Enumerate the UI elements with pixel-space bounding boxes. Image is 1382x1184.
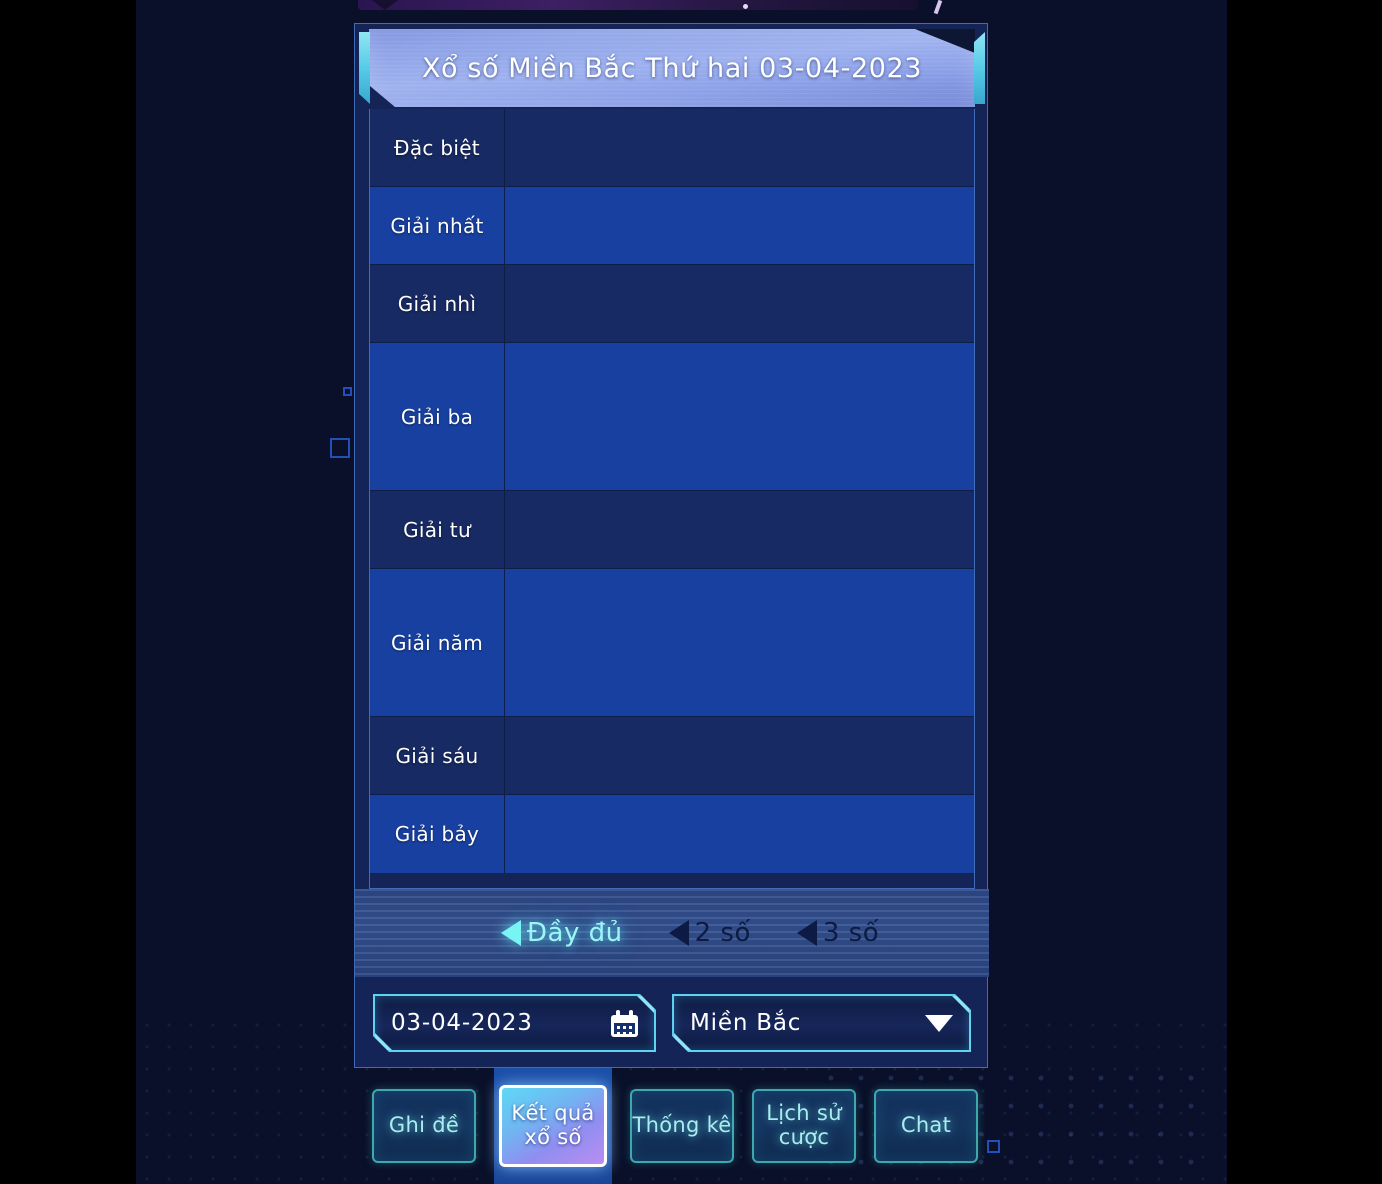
nav-button-2[interactable]: Kết quả xổ số (499, 1085, 607, 1167)
prize-numbers (505, 187, 974, 264)
decor-square (330, 438, 350, 458)
nav-button-3[interactable]: Thống kê (630, 1089, 734, 1163)
digit-filter-option[interactable]: 2 số (668, 918, 751, 948)
filter-controls-row: 03-04-2023 Miền Bắc (355, 977, 989, 1069)
calendar-icon[interactable] (611, 1010, 638, 1037)
table-row: Đặc biệt (370, 109, 974, 187)
prize-label: Giải tư (370, 491, 505, 568)
table-row: Giải ba (370, 343, 974, 491)
digit-filter-options: Đầy đủ 2 số 3 số (355, 889, 989, 977)
digit-filter-option[interactable]: 3 số (796, 918, 880, 948)
prize-label: Giải nhất (370, 187, 505, 264)
region-value: Miền Bắc (690, 1010, 802, 1036)
prize-label: Giải sáu (370, 717, 505, 794)
nav-button-label: Thống kê (632, 1113, 732, 1138)
page-title: Xổ số Miền Bắc Thứ hai 03-04-2023 (421, 52, 923, 84)
digit-filter-option[interactable]: Đầy đủ (500, 918, 623, 948)
prize-numbers (505, 343, 974, 490)
digit-filter-label: 2 số (694, 918, 751, 948)
prize-label: Giải bảy (370, 795, 505, 873)
nav-button-label: Chat (900, 1113, 952, 1138)
bottom-navigation-items: Ghi đề Kết quả xổ số Thống kê Lịch sử cược C… (358, 1068, 992, 1184)
table-row: Giải tư (370, 491, 974, 569)
corner-accent-icon (637, 996, 654, 1013)
nav-button-1[interactable]: Ghi đề (372, 1089, 476, 1163)
prize-numbers (505, 109, 974, 186)
prize-numbers (505, 569, 974, 716)
digit-filter-label: Đầy đủ (526, 918, 623, 948)
triangle-left-icon (500, 920, 521, 946)
table-row: Giải bảy (370, 795, 974, 873)
corner-accent-icon (674, 1033, 691, 1050)
top-partial-banner (358, 0, 918, 10)
prize-numbers (505, 795, 974, 873)
nav-button-label: Kết quả xổ số (511, 1101, 595, 1149)
panel-header: Xổ số Miền Bắc Thứ hai 03-04-2023 (355, 24, 989, 109)
prize-numbers (505, 265, 974, 342)
corner-accent-icon (952, 996, 969, 1013)
decor-square (343, 387, 352, 396)
prize-numbers (505, 717, 974, 794)
prize-label: Giải năm (370, 569, 505, 716)
header-accent-right-icon (974, 32, 985, 104)
region-select[interactable]: Miền Bắc (672, 994, 971, 1052)
table-row: Giải nhất (370, 187, 974, 265)
date-picker[interactable]: 03-04-2023 (373, 994, 656, 1052)
results-table: Đặc biệt Giải nhất Giải nhì Giải ba Giải tư G… (369, 109, 975, 889)
table-row: Giải năm (370, 569, 974, 717)
prize-numbers (505, 491, 974, 568)
bottom-navigation: Ghi đề Kết quả xổ số Thống kê Lịch sử cược C… (136, 1068, 1227, 1184)
nav-button-4[interactable]: Lịch sử cược (752, 1089, 856, 1163)
table-row: Giải nhì (370, 265, 974, 343)
nav-active-highlight: Kết quả xổ số (494, 1068, 612, 1184)
triangle-left-icon (668, 920, 689, 946)
chevron-down-icon[interactable] (925, 1015, 953, 1032)
digit-filter-bar: Đầy đủ 2 số 3 số (355, 889, 989, 977)
digit-filter-label: 3 số (822, 918, 880, 948)
nav-button-label: Ghi đề (388, 1113, 460, 1138)
nav-button-5[interactable]: Chat (874, 1089, 978, 1163)
prize-label: Đặc biệt (370, 109, 505, 186)
prize-label: Giải ba (370, 343, 505, 490)
nav-button-label: Lịch sử cược (766, 1101, 842, 1149)
app-viewport: Xổ số Miền Bắc Thứ hai 03-04-2023 Đặc bi… (136, 0, 1227, 1184)
table-row: Giải sáu (370, 717, 974, 795)
slash-decor-icon (933, 0, 943, 15)
triangle-left-icon (796, 920, 817, 946)
lottery-results-panel: Xổ số Miền Bắc Thứ hai 03-04-2023 Đặc bi… (354, 23, 989, 1069)
prize-label: Giải nhì (370, 265, 505, 342)
date-value: 03-04-2023 (391, 1010, 533, 1036)
screen-root: Xổ số Miền Bắc Thứ hai 03-04-2023 Đặc bi… (0, 0, 1382, 1184)
corner-accent-icon (375, 1033, 392, 1050)
sparkle-icon (743, 4, 748, 9)
